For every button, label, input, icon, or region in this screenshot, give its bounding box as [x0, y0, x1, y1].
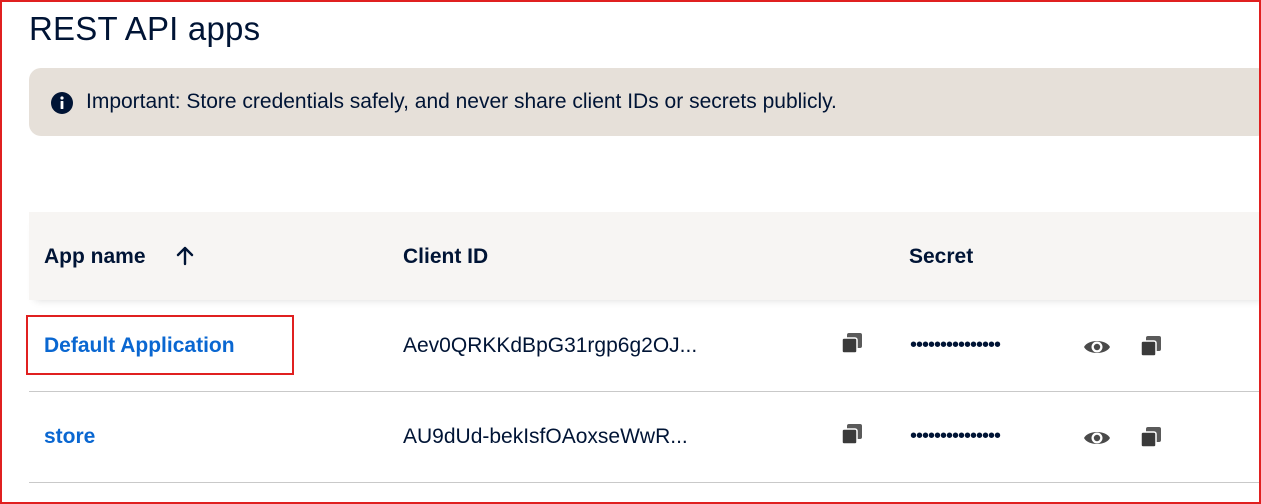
page-title: REST API apps — [29, 10, 261, 47]
column-header-secret: Secret — [909, 245, 974, 268]
secret-mask: ••••••••••••••• — [910, 334, 1001, 356]
copy-client-id-icon[interactable] — [841, 423, 863, 445]
secret-mask: ••••••••••••••• — [910, 425, 1001, 447]
table-header: App name Client ID Secret — [29, 212, 1261, 300]
app-link-store[interactable]: store — [44, 425, 95, 449]
show-secret-eye-icon[interactable] — [1083, 336, 1111, 358]
notice-text: Important: Store credentials safely, and… — [86, 90, 837, 113]
table-row: store AU9dUd-bekIsfOAoxseWwR... ••••••••… — [29, 392, 1261, 483]
table-row: Default Application Aev0QRKKdBpG31rgp6g2… — [29, 301, 1261, 392]
client-id-value: Aev0QRKKdBpG31rgp6g2OJ... — [403, 334, 698, 357]
show-secret-eye-icon[interactable] — [1083, 427, 1111, 449]
app-link-default-application[interactable]: Default Application — [44, 334, 235, 358]
copy-client-id-icon[interactable] — [841, 332, 863, 354]
column-header-app-name[interactable]: App name — [44, 245, 146, 269]
sort-ascending-icon[interactable] — [175, 246, 195, 266]
copy-secret-icon[interactable] — [1140, 335, 1162, 357]
client-id-value: AU9dUd-bekIsfOAoxseWwR... — [403, 425, 688, 448]
important-notice: Important: Store credentials safely, and… — [29, 68, 1261, 136]
info-icon — [51, 92, 73, 114]
column-header-client-id: Client ID — [403, 245, 489, 268]
copy-secret-icon[interactable] — [1140, 426, 1162, 448]
